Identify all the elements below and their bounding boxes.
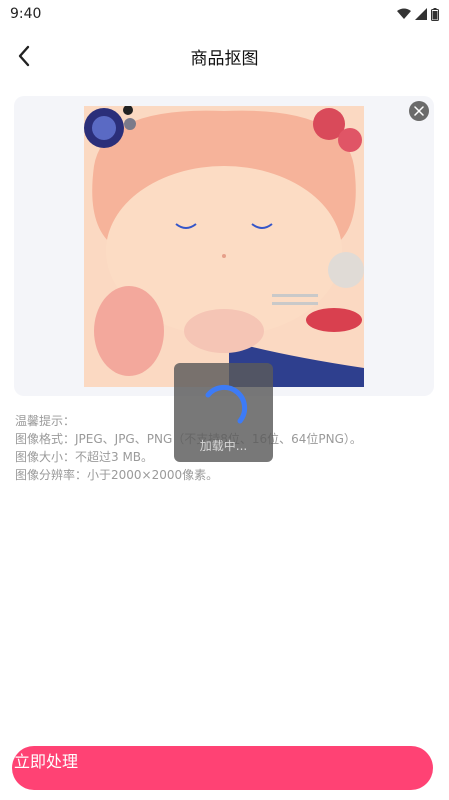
tips-resolution: 图像分辨率：小于2000×2000像素。 (15, 468, 219, 482)
status-icons (397, 7, 439, 21)
loading-overlay: 加载中... (174, 363, 273, 462)
uploaded-image (84, 106, 364, 387)
loading-text: 加载中... (199, 439, 248, 453)
loading-spinner-icon (205, 384, 247, 424)
process-now-button[interactable]: 立即处理 (12, 746, 433, 790)
product-image-preview[interactable] (84, 106, 364, 387)
chevron-left-icon (18, 45, 30, 67)
status-time: 9:40 (10, 6, 42, 22)
battery-icon (431, 7, 439, 21)
close-icon (414, 106, 424, 116)
page-title: 商品抠图 (190, 48, 259, 69)
nav-bar: 商品抠图 (0, 28, 449, 84)
signal-icon (415, 8, 427, 20)
back-button[interactable] (8, 40, 40, 72)
status-bar: 9:40 (0, 0, 449, 28)
wifi-icon (397, 8, 411, 19)
remove-image-button[interactable] (409, 101, 429, 121)
